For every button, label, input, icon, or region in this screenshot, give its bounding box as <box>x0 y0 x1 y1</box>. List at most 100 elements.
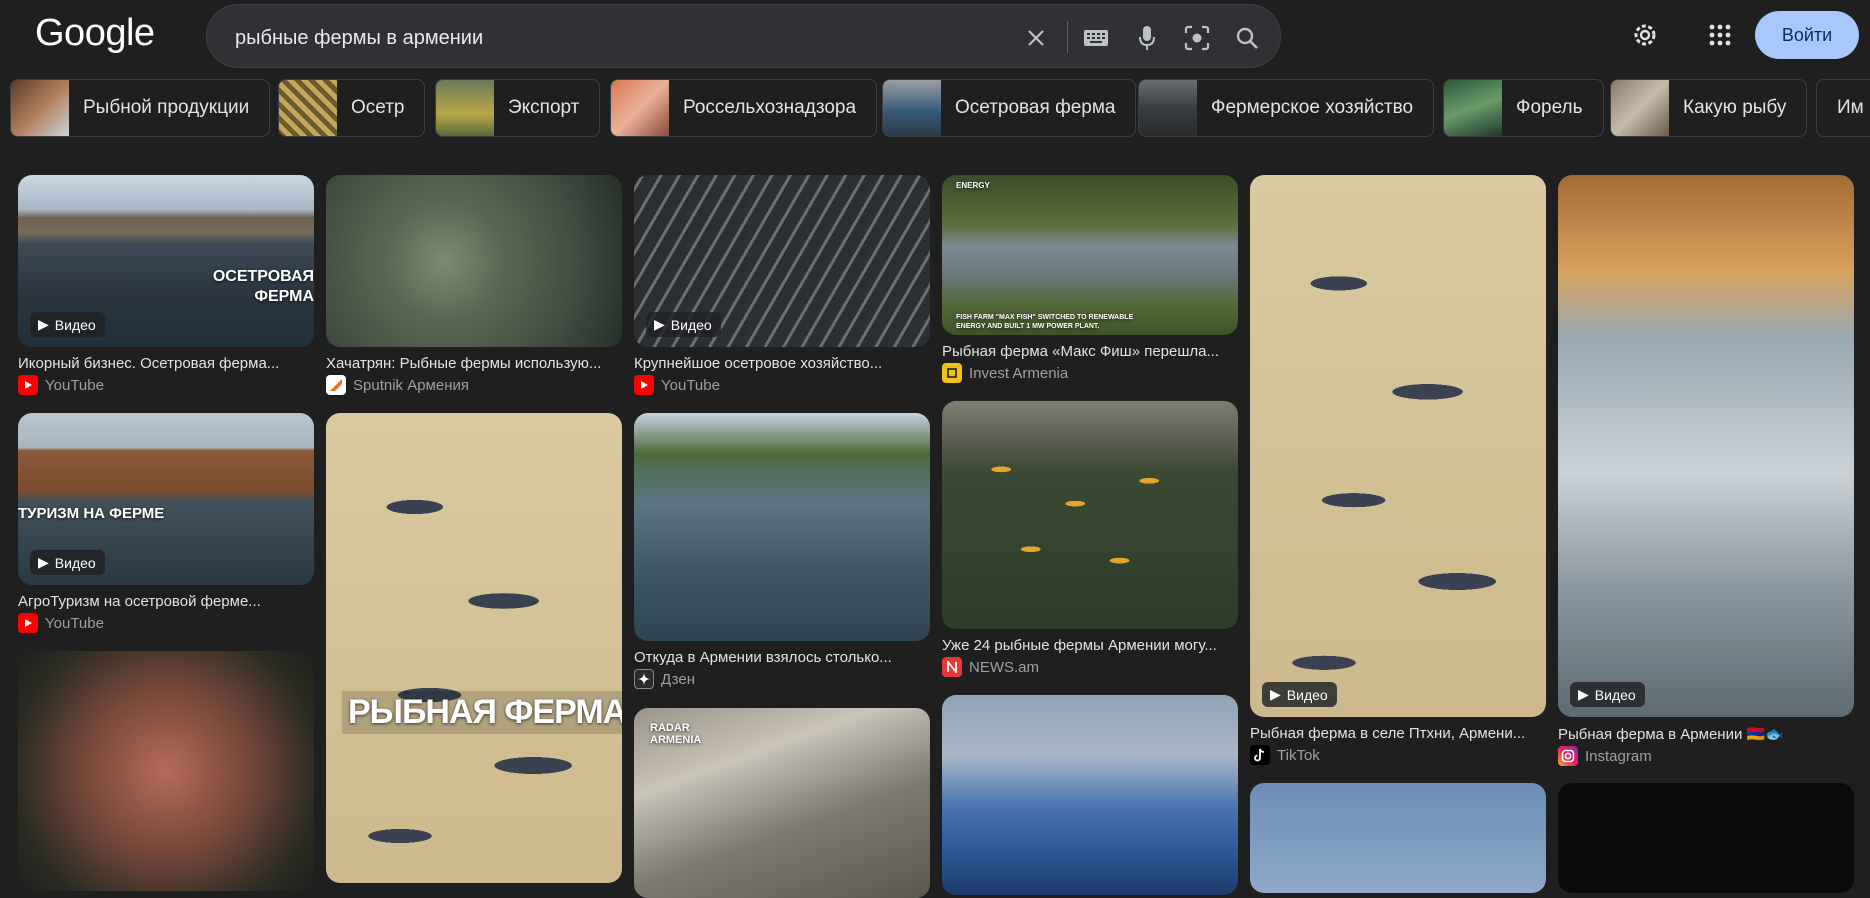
result-source[interactable]: TikTok <box>1250 745 1546 765</box>
result-thumbnail[interactable]: ▶ Видео <box>1250 175 1546 717</box>
result-title[interactable]: Рыбная ферма в Армении 🇦🇲🐟 <box>1558 725 1854 743</box>
chip-sturgeon-farm[interactable]: Осетровая ферма <box>882 79 1137 137</box>
result-source[interactable]: Invest Armenia <box>942 363 1238 383</box>
chip-label: Форель <box>1516 97 1583 118</box>
result-thumbnail[interactable] <box>942 401 1238 629</box>
result-title[interactable]: АгроТуризм на осетровой ферме... <box>18 593 314 610</box>
result-card[interactable]: ▶ Видео Крупнейшое осетровое хозяйство...… <box>634 175 930 395</box>
chip-partial[interactable]: Им <box>1816 79 1870 137</box>
source-name: Instagram <box>1585 747 1652 765</box>
chip-farm-household[interactable]: Фермерское хозяйство <box>1138 79 1435 137</box>
result-title[interactable]: Откуда в Армении взялось столько... <box>634 649 930 666</box>
result-thumbnail[interactable] <box>326 175 622 347</box>
newsam-icon <box>942 657 962 677</box>
video-badge: ▶ Видео <box>1262 682 1337 707</box>
tiktok-icon <box>1250 745 1270 765</box>
result-card[interactable] <box>942 695 1238 895</box>
result-card[interactable]: Хачатрян: Рыбные фермы использую... Sput… <box>326 175 622 395</box>
result-card[interactable]: ОСЕТРОВАЯ ФЕРМА ▶ Видео Икорный бизнес. О… <box>18 175 314 395</box>
thumbnail-caption: FISH FARM "MAX FISH" SWITCHED TO RENEWAB… <box>956 314 1134 330</box>
instagram-icon <box>1558 746 1578 766</box>
camera-lens-icon[interactable] <box>1184 25 1210 51</box>
search-icon[interactable] <box>1234 25 1260 51</box>
result-card[interactable] <box>1250 783 1546 893</box>
video-badge-label: Видео <box>54 316 96 333</box>
dzen-icon <box>634 669 654 689</box>
result-title[interactable]: Икорный бизнес. Осетровая ферма... <box>18 355 314 372</box>
source-name: Sputnik Армения <box>353 376 469 394</box>
result-card[interactable] <box>1558 783 1854 893</box>
result-thumbnail[interactable]: РЫБНАЯ ФЕРМА <box>326 413 622 883</box>
result-card[interactable]: Уже 24 рыбные фермы Армении могу... NEWS… <box>942 401 1238 677</box>
result-thumbnail[interactable]: ENERGY FISH FARM "MAX FISH" SWITCHED TO … <box>942 175 1238 335</box>
result-thumbnail[interactable] <box>18 651 314 891</box>
search-input[interactable] <box>233 23 997 53</box>
result-source[interactable]: YouTube <box>634 375 930 395</box>
chip-trout[interactable]: Форель <box>1443 79 1604 137</box>
chip-fish-products[interactable]: Рыбной продукции <box>10 79 271 137</box>
result-card[interactable] <box>18 651 314 891</box>
chip-label: Какую рыбу <box>1683 97 1787 118</box>
chip-which-fish[interactable]: Какую рыбу <box>1610 79 1808 137</box>
close-icon[interactable] <box>1023 25 1049 51</box>
result-title[interactable]: Хачатрян: Рыбные фермы использую... <box>326 355 622 372</box>
chip-label: Осетровая ферма <box>955 97 1116 118</box>
google-logo[interactable]: Google <box>35 12 155 55</box>
keyboard-icon[interactable] <box>1083 25 1109 51</box>
search-box[interactable] <box>206 4 1281 68</box>
result-thumbnail[interactable]: ОСЕТРОВАЯ ФЕРМА ▶ Видео <box>18 175 314 347</box>
chip-sturgeon[interactable]: Осетр <box>278 79 426 137</box>
related-chips: Рыбной продукции Осетр Экспорт Россельхо… <box>10 79 1870 137</box>
result-source[interactable]: Дзен <box>634 669 930 689</box>
result-thumbnail[interactable] <box>634 413 930 641</box>
result-thumbnail[interactable]: ▶ Видео <box>1558 175 1854 717</box>
chip-rosselkhoznadzor[interactable]: Россельхознадзора <box>610 79 878 137</box>
signin-button[interactable]: Войти <box>1755 11 1859 59</box>
result-card[interactable]: RADAR ARMENIA <box>634 708 930 898</box>
result-title[interactable]: Крупнейшое осетровое хозяйство... <box>634 355 930 372</box>
chip-export[interactable]: Экспорт <box>435 79 601 137</box>
result-card[interactable]: ТУРИЗМ НА ФЕРМЕ ▶ Видео АгроТуризм на осе… <box>18 413 314 633</box>
thumbnail-overlay-text: ОСЕТРОВАЯ ФЕРМА <box>212 268 314 305</box>
result-source[interactable]: Instagram <box>1558 746 1854 766</box>
mic-icon[interactable] <box>1134 25 1160 51</box>
result-card[interactable]: ▶ Видео Рыбная ферма в Армении 🇦🇲🐟 Instag… <box>1558 175 1854 766</box>
result-source[interactable]: NEWS.am <box>942 657 1238 677</box>
result-thumbnail[interactable]: ТУРИЗМ НА ФЕРМЕ ▶ Видео <box>18 413 314 585</box>
apps-grid-icon[interactable] <box>1705 20 1735 50</box>
result-card[interactable]: РЫБНАЯ ФЕРМА <box>326 413 622 883</box>
result-title[interactable]: Рыбная ферма в селе Птхни, Армени... <box>1250 725 1546 742</box>
header: Google Войти <box>0 0 1870 72</box>
result-source[interactable]: Sputnik Армения <box>326 375 622 395</box>
source-name: NEWS.am <box>969 658 1040 676</box>
youtube-icon <box>18 375 38 395</box>
result-thumbnail[interactable] <box>1558 783 1854 893</box>
result-thumbnail[interactable]: RADAR ARMENIA <box>634 708 930 898</box>
result-title[interactable]: Уже 24 рыбные фермы Армении могу... <box>942 637 1238 654</box>
source-name: YouTube <box>45 614 104 632</box>
video-badge-label: Видео <box>54 554 96 571</box>
gear-icon[interactable] <box>1630 20 1660 50</box>
source-name: YouTube <box>45 376 104 394</box>
result-source[interactable]: YouTube <box>18 375 314 395</box>
play-icon: ▶ <box>1578 686 1589 702</box>
chip-thumbnail <box>611 80 669 136</box>
result-source[interactable]: YouTube <box>18 613 314 633</box>
video-badge: ▶ Видео <box>1570 682 1645 707</box>
chip-label: Им <box>1837 97 1864 118</box>
result-thumbnail[interactable]: ▶ Видео <box>634 175 930 347</box>
result-card[interactable]: ENERGY FISH FARM "MAX FISH" SWITCHED TO … <box>942 175 1238 383</box>
video-badge: ▶ Видео <box>30 312 105 337</box>
result-thumbnail[interactable] <box>942 695 1238 895</box>
result-thumbnail[interactable] <box>1250 783 1546 893</box>
thumbnail-overlay-text: RADAR ARMENIA <box>650 722 702 746</box>
chip-label: Рыбной продукции <box>83 97 250 118</box>
result-title[interactable]: Рыбная ферма «Макс Фиш» перешла... <box>942 343 1238 360</box>
result-card[interactable]: Откуда в Армении взялось столько... Дзен <box>634 413 930 689</box>
result-card[interactable]: ▶ Видео Рыбная ферма в селе Птхни, Армени… <box>1250 175 1546 765</box>
play-icon: ▶ <box>654 316 665 332</box>
source-name: TikTok <box>1277 746 1320 764</box>
chip-thumbnail <box>1444 80 1502 136</box>
play-icon: ▶ <box>38 316 49 332</box>
thumbnail-overlay-text: ENERGY <box>956 181 990 190</box>
